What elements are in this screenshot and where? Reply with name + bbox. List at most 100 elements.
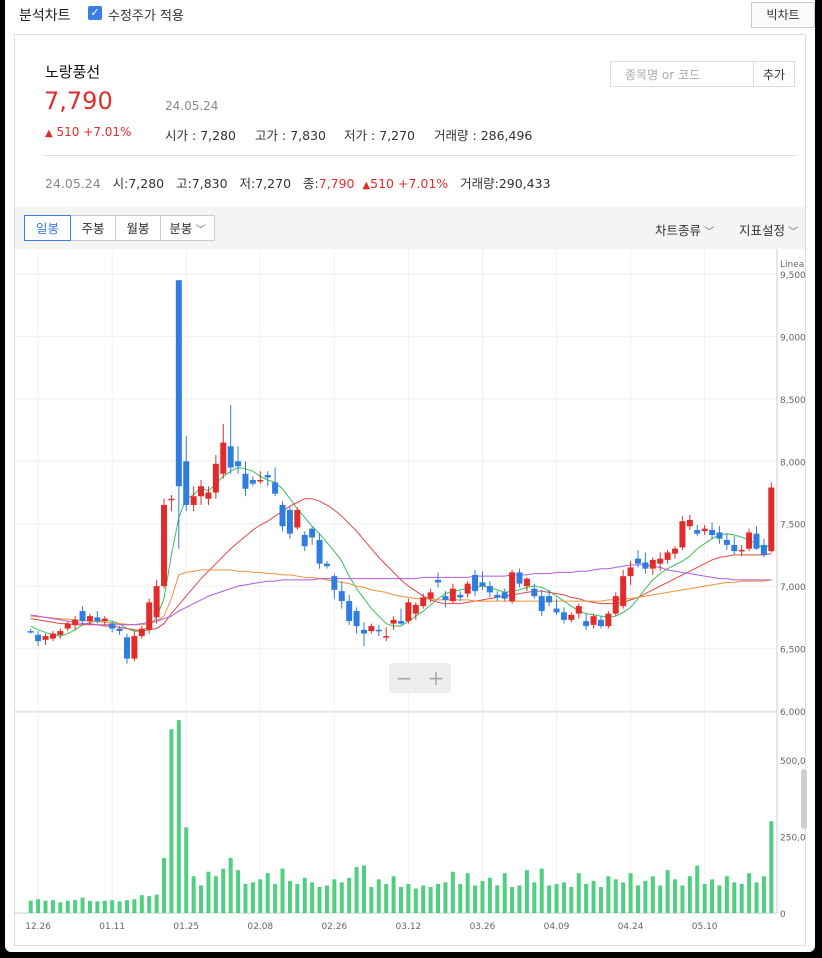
volume-bar: [43, 900, 48, 913]
candle-body: [42, 636, 49, 640]
stock-search-input[interactable]: 종목명 or 코드: [610, 61, 754, 87]
candle-body: [301, 534, 308, 547]
volume-bar: [302, 877, 307, 913]
candle-body: [27, 631, 34, 633]
volume-bar: [221, 868, 226, 913]
tab-minute-label: 분봉: [169, 221, 193, 236]
change-percent: +7.01%: [83, 125, 132, 139]
candle-body: [405, 602, 412, 622]
candle-body: [368, 626, 375, 632]
detail-high-label: 고: [176, 176, 188, 191]
volume-bar: [36, 899, 41, 913]
volume-bar: [547, 885, 552, 913]
scale-label: Linear: [780, 260, 805, 270]
volume-bar: [421, 885, 426, 913]
candle-body: [398, 621, 404, 624]
candle-body: [620, 576, 627, 607]
candle-body: [279, 504, 286, 527]
indicator-settings-dropdown[interactable]: 지표설정 ﹀: [739, 220, 798, 239]
candle-body: [272, 482, 279, 494]
volume-bar: [687, 876, 692, 913]
candle-body: [672, 548, 679, 554]
zoom-out-button[interactable]: −: [389, 663, 419, 693]
volume-bar: [769, 821, 774, 913]
candle-body: [309, 528, 316, 538]
price-tick-label: 8,000: [780, 458, 805, 468]
chart-type-dropdown[interactable]: 차트종류 ﹀: [655, 220, 714, 239]
candle-body: [183, 461, 190, 505]
detail-low-label: 저: [239, 176, 252, 191]
detail-close: 7,790: [318, 176, 355, 191]
volume-bar: [280, 868, 285, 913]
volume-bar: [65, 900, 70, 913]
chevron-down-icon: ﹀: [785, 227, 799, 238]
candle-body: [35, 634, 42, 642]
candle-body: [242, 473, 249, 489]
candle-body: [383, 636, 390, 638]
candle-body: [486, 586, 493, 593]
candle-body: [457, 594, 464, 598]
candle-body: [442, 596, 449, 600]
candle-body: [709, 529, 716, 535]
candle-body: [531, 588, 538, 597]
volume-bar: [265, 873, 270, 913]
candle-body: [168, 498, 175, 501]
candle-body: [175, 280, 182, 487]
stock-chart-area[interactable]: Linear9,500 9,000 8,500 8,000 7,500 7,000 6,50…: [15, 249, 815, 945]
candle-body: [360, 629, 367, 634]
candle-body: [427, 592, 434, 599]
candle-body: [390, 619, 397, 624]
volume-bar: [317, 886, 322, 913]
date-tick-label: 12.26: [25, 922, 51, 932]
volume-tick-label: 0: [780, 910, 786, 920]
volume-bar: [369, 886, 374, 913]
candle-body: [435, 579, 442, 583]
candle-body: [131, 636, 138, 659]
volume-bar: [539, 868, 544, 913]
volume-bar: [413, 888, 418, 913]
volume-bar: [613, 879, 618, 913]
volume-bar: [376, 879, 381, 913]
chart-window: 분석차트 ✓ 수정주가 적용 빅차트 노랑풍선 7,790 24.05.24 ▲…: [5, 0, 815, 952]
chart-type-label: 차트종류: [655, 223, 702, 238]
volume-bar: [258, 879, 263, 913]
candle-body: [716, 532, 723, 539]
volume-bar: [332, 879, 337, 913]
detail-open: 7,280: [128, 176, 165, 191]
candle-body: [205, 492, 212, 499]
adjusted-price-checkbox[interactable]: ✓: [88, 6, 102, 20]
volume-bar: [658, 885, 663, 913]
volume-bar: [147, 896, 152, 913]
add-stock-button[interactable]: 추가: [753, 61, 795, 87]
big-chart-button[interactable]: 빅차트: [751, 2, 815, 28]
candle-body: [568, 614, 575, 620]
stock-name: 노랑풍선: [45, 63, 101, 81]
date-tick-label: 03.12: [396, 922, 422, 932]
volume-tick-label: 500,000: [780, 757, 805, 767]
volume-bar: [310, 882, 315, 913]
tab-minute[interactable]: 분봉 ﹀: [160, 215, 215, 241]
candle-body: [72, 619, 79, 625]
price-change: ▲ 510 +7.01%: [45, 125, 131, 139]
volume-bar: [243, 883, 248, 913]
candle-body: [464, 583, 471, 594]
candle-body: [286, 509, 293, 534]
tab-monthly[interactable]: 월봉: [115, 215, 161, 241]
volume-bar: [295, 883, 300, 913]
date-tick-label: 02.26: [321, 922, 347, 932]
zoom-in-button[interactable]: +: [421, 663, 451, 693]
candle-body: [649, 559, 656, 569]
candle-body: [472, 574, 479, 592]
tab-weekly[interactable]: 주봉: [70, 215, 116, 241]
candle-body: [590, 616, 597, 625]
volume-bar: [487, 877, 492, 913]
volume-bar: [591, 880, 596, 913]
adjusted-price-label[interactable]: 수정주가 적용: [108, 5, 184, 24]
price-tick-label: 6,500: [780, 646, 805, 656]
volume-bar: [480, 880, 485, 913]
scroll-handle[interactable]: [801, 769, 807, 829]
candlestick-chart: Linear9,500 9,000 8,500 8,000 7,500 7,000 6,50…: [15, 249, 815, 932]
candle-body: [420, 597, 427, 607]
tab-daily[interactable]: 일봉: [24, 215, 71, 241]
volume-bar: [354, 867, 359, 913]
